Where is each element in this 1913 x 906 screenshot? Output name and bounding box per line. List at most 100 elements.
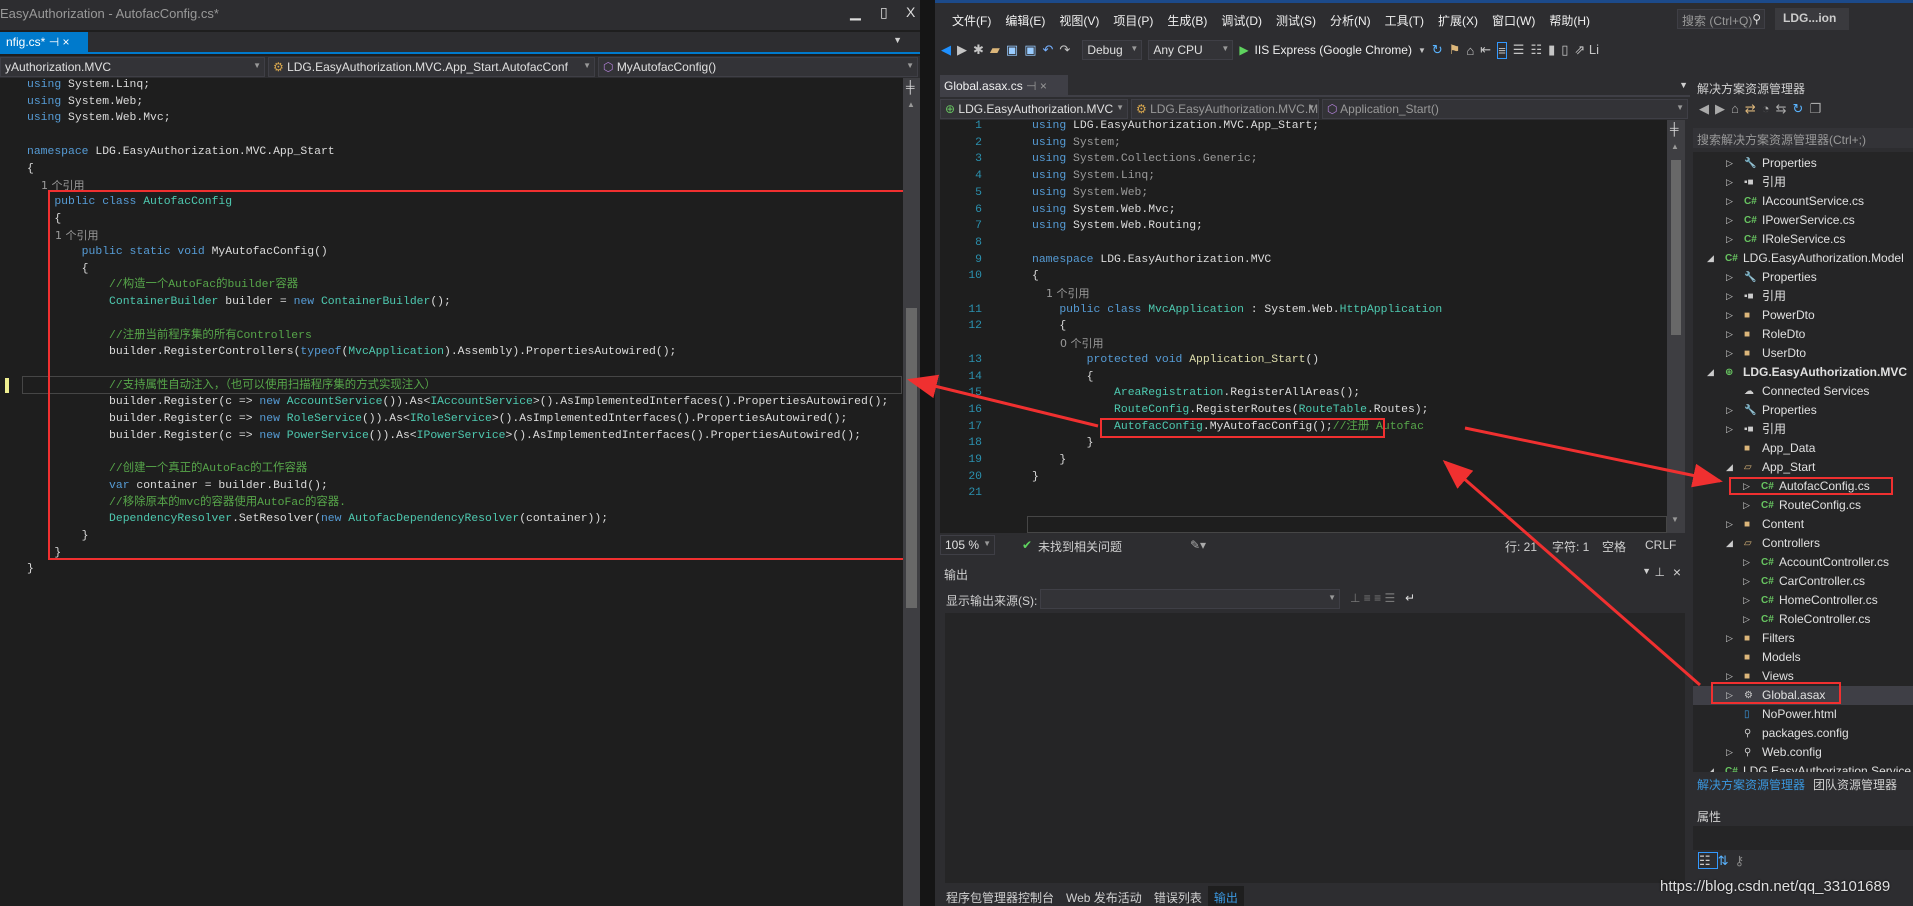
pin-icon[interactable]: ⊣ [1026,79,1036,93]
vertical-scrollbar[interactable]: ╪ ▲ ▼ [1667,120,1685,533]
expand-icon[interactable]: ▷ [1726,211,1733,230]
expand-icon[interactable]: ▷ [1726,344,1733,363]
collapse-icon[interactable]: ◢ [1707,363,1714,382]
tree-item[interactable]: ▷ ■ UserDto [1693,344,1913,363]
close-icon[interactable]: × [1040,79,1047,93]
close-icon[interactable]: × [1673,564,1681,580]
refresh-icon[interactable]: ↻ [1793,101,1810,116]
format-icon[interactable]: ≡ [1497,41,1507,59]
tree-item[interactable]: ▷ 🔧 Properties [1693,154,1913,173]
run-icon[interactable]: ▶ [1239,43,1248,57]
expand-icon[interactable]: ▷ [1726,420,1733,439]
maximize-button[interactable]: ▯ [880,4,888,21]
run-button[interactable]: IIS Express (Google Chrome) [1255,43,1412,57]
redo-icon[interactable]: ↷ [1059,42,1070,58]
menu-item[interactable]: 测试(S) [1269,10,1323,31]
output-content[interactable] [945,613,1685,883]
project-combo[interactable]: ⊕ LDG.EasyAuthorization.MVC ▼ [940,99,1128,119]
collapse-icon[interactable]: ◢ [1726,534,1733,553]
bottom-tab[interactable]: 输出 [1207,886,1244,906]
scroll-thumb[interactable] [906,308,917,608]
configuration-combo[interactable]: Debug ▼ [1082,40,1143,60]
property-pages-icon[interactable]: ⚷ [1735,853,1751,868]
tree-item[interactable]: ▷ C# IRoleService.cs [1693,230,1913,249]
tree-item[interactable]: ◢ C# LDG.EasyAuthorization.Model [1693,249,1913,268]
tree-item[interactable]: ▷ C# IAccountService.cs [1693,192,1913,211]
expand-icon[interactable]: ▷ [1726,192,1733,211]
tree-item[interactable]: ▷ C# HomeController.cs [1693,591,1913,610]
undo-icon[interactable]: ↶ [1043,42,1054,58]
bookmark-next-icon[interactable]: ▯ [1561,42,1568,58]
menu-item[interactable]: 扩展(X) [1431,10,1485,31]
tree-item[interactable]: ▷ ▪■ 引用 [1693,173,1913,192]
menu-item[interactable]: 分析(N) [1323,10,1378,31]
tree-item[interactable]: ▯ NoPower.html [1693,705,1913,724]
close-button[interactable]: X [906,4,915,20]
split-icon[interactable]: ╪ [906,80,915,94]
back-icon[interactable]: ◀ [1699,101,1715,116]
alphabetical-icon[interactable]: ⇅ [1718,853,1735,868]
back-icon[interactable]: ◀ [941,42,951,58]
tab-global-asax[interactable]: Global.asax.cs ⊣ × [940,75,1068,97]
tree-item[interactable]: ▷ ■ PowerDto [1693,306,1913,325]
code-editor[interactable]: 1 using LDG.EasyAuthorization.MVC.App_Sta… [940,120,1685,533]
collapse-icon[interactable]: ◢ [1707,762,1714,772]
expand-icon[interactable]: ▷ [1726,401,1733,420]
minimize-button[interactable]: ▁ [850,4,861,21]
switch-view-icon[interactable]: ⇄ [1745,101,1762,116]
pending-changes-icon[interactable]: ◔ [1762,101,1776,116]
properties-object-combo[interactable] [1693,826,1913,850]
line-ending[interactable]: CRLF [1645,538,1676,552]
step-icon[interactable]: ⇤ [1480,42,1491,58]
class-combo[interactable]: ⚙ LDG.EasyAuthorization.MVC.App_Start.Au… [268,57,595,77]
expand-icon[interactable]: ▷ [1726,515,1733,534]
project-combo[interactable]: yAuthorization.MVC ▼ [0,57,265,77]
new-project-icon[interactable]: ✱ [973,42,984,58]
quick-search[interactable]: 搜索 (Ctrl+Q) ⚲ [1677,9,1765,29]
forward-icon[interactable]: ▶ [957,42,967,58]
sync-icon[interactable]: ⇆ [1776,101,1793,116]
comment-icon[interactable]: ☰ [1513,42,1525,58]
menu-item[interactable]: 项目(P) [1106,10,1160,31]
menu-item[interactable]: 视图(V) [1052,10,1106,31]
expand-icon[interactable]: ▷ [1726,629,1733,648]
menu-item[interactable]: 调试(D) [1214,10,1269,31]
find-message-icon[interactable]: ⊥ ≡ ≡ ☰ [1350,591,1395,605]
liveshare-icon[interactable]: ⇗ Li [1574,42,1599,58]
expand-icon[interactable]: ▷ [1743,610,1750,629]
word-wrap-icon[interactable]: ↵ [1405,591,1415,605]
indent-mode[interactable]: 空格 [1602,538,1626,555]
pin-icon[interactable]: ⊥ [1655,565,1665,579]
tree-item[interactable]: ▷ ■ Content [1693,515,1913,534]
tree-item[interactable]: ▷ C# RouteConfig.cs [1693,496,1913,515]
expand-icon[interactable]: ▷ [1726,154,1733,173]
collapse-icon[interactable]: ◢ [1707,249,1714,268]
home-icon[interactable]: ⌂ [1731,101,1745,116]
save-all-icon[interactable]: ▣ [1024,42,1036,58]
categorized-icon[interactable]: ☷ [1698,852,1718,869]
tree-item[interactable]: ▷ C# IPowerService.cs [1693,211,1913,230]
tree-item[interactable]: ⚲ packages.config [1693,724,1913,743]
tree-item[interactable]: ▷ ■ RoleDto [1693,325,1913,344]
class-combo[interactable]: ⚙ LDG.EasyAuthorization.MVC.MvcApp▼ [1131,99,1319,119]
expand-icon[interactable]: ▷ [1726,173,1733,192]
refresh-icon[interactable]: ↻ [1432,42,1443,58]
tree-item[interactable]: ☁ Connected Services [1693,382,1913,401]
menu-item[interactable]: 文件(F) [945,10,998,31]
pin-icon[interactable]: ⊣ [49,35,59,49]
tree-item[interactable]: ▷ ⚲ Web.config [1693,743,1913,762]
tree-item[interactable]: ◢ ▱ Controllers [1693,534,1913,553]
dropdown-icon[interactable]: ▼ [1642,566,1651,576]
menu-item[interactable]: 工具(T) [1378,10,1431,31]
expand-icon[interactable]: ▷ [1726,743,1733,762]
vertical-scrollbar[interactable]: ╪ ▲ [903,78,920,906]
expand-icon[interactable]: ▷ [1726,287,1733,306]
tree-item[interactable]: ▷ C# CarController.cs [1693,572,1913,591]
split-icon[interactable]: ╪ [1670,122,1679,136]
tab-autofacconfig[interactable]: nfig.cs* ⊣ × [0,32,88,52]
uncomment-icon[interactable]: ☷ [1530,42,1542,58]
expand-icon[interactable]: ▷ [1726,325,1733,344]
solution-search-input[interactable]: 搜索解决方案资源管理器(Ctrl+;) [1693,128,1913,148]
member-combo[interactable]: ⬡ Application_Start() ▼ [1322,99,1688,119]
tab-solution-explorer[interactable]: 解决方案资源管理器 [1693,774,1810,792]
